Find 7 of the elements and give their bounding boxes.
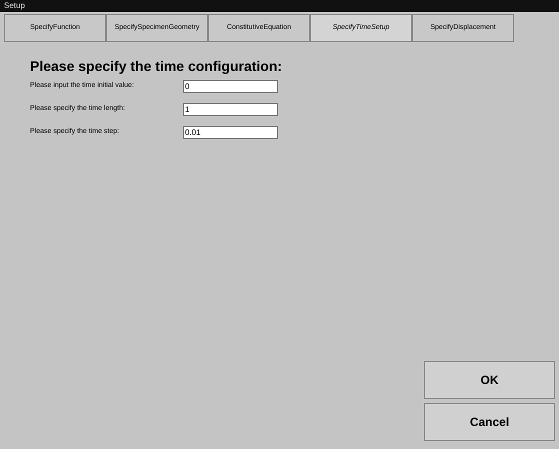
dialog-button[interactable]: OK bbox=[424, 361, 555, 399]
input-field[interactable]: 1 bbox=[183, 103, 278, 116]
input-field[interactable]: 0 bbox=[183, 80, 278, 93]
window-title: Setup bbox=[4, 2, 25, 10]
input-field[interactable]: 0.01 bbox=[183, 126, 278, 139]
heading: Please specify the time configuration: bbox=[30, 57, 284, 76]
dialog-button[interactable]: Cancel bbox=[424, 403, 555, 441]
